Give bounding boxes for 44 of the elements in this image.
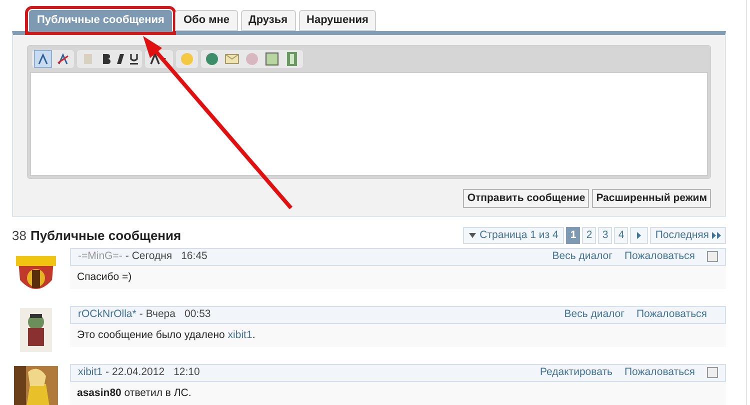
message-text: Это сообщение было удалено xibit1. [76,328,256,342]
author-link[interactable]: -=MinG=- [78,248,122,264]
next-icon [637,232,642,240]
author-link[interactable]: rOCkNrOlla* [78,306,136,322]
select-checkbox[interactable] [707,367,718,378]
message-count: 38 [12,227,26,245]
message-time: 16:45 [181,248,208,264]
action-link[interactable]: Весь диалог [564,306,624,322]
next-page-button[interactable] [630,227,648,244]
tab[interactable]: Нарушения [298,10,376,31]
message-text: Спасибо =) [76,270,133,284]
select-checkbox[interactable] [707,251,718,262]
action-link[interactable]: Пожаловаться [636,306,707,322]
separator-dash: - [125,248,129,264]
message-time: 12:10 [174,364,200,380]
page-link[interactable]: 4 [614,227,628,244]
font-size-icon[interactable] [34,50,52,68]
action-link[interactable]: Редактировать [540,364,612,380]
page-link[interactable]: 2 [582,227,596,244]
message-time: 00:53 [184,306,211,322]
tab[interactable]: Обо мне [175,10,238,31]
double-arrow-icon [712,232,721,240]
page-link[interactable]: 1 [566,227,580,244]
user-link[interactable]: xibit1 [228,328,252,340]
message-field[interactable] [30,72,708,176]
message-text: asasin80 ответил в ЛС. [76,386,192,400]
separator-dash: - [106,364,110,380]
editor-button[interactable]: Отправить сообщение [463,189,590,208]
author-link[interactable]: xibit1 [78,364,103,380]
tab[interactable]: Друзья [240,10,296,31]
section-title: Публичные сообщения [30,227,182,245]
separator-dash: - [139,306,143,322]
last-page-button[interactable]: Последняя [650,227,726,244]
page-dropdown[interactable]: Страница 1 из 4 [462,227,564,244]
action-link[interactable]: Пожаловаться [624,248,695,264]
message-date: Вчера [146,306,176,322]
page-link[interactable]: 3 [598,227,612,244]
action-link[interactable]: Пожаловаться [624,364,695,380]
message-date: 22.04.2012 [112,364,165,380]
caret-icon [468,233,476,238]
action-link[interactable]: Весь диалог [552,248,612,264]
editor-button[interactable]: Расширенный режим [592,189,711,208]
image-icon[interactable] [263,50,281,68]
message-date: Сегодня [132,248,172,264]
